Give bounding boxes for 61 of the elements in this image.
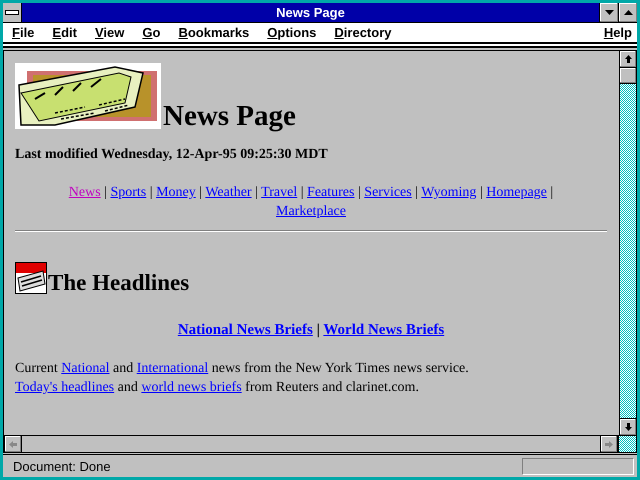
link-separator: | <box>150 185 153 200</box>
nav-link[interactable]: Homepage <box>486 185 547 200</box>
link-separator: | <box>480 185 483 200</box>
nav-link[interactable]: Services <box>364 185 412 200</box>
status-text: Document: Done <box>13 458 112 474</box>
news-briefs-link[interactable]: National News Briefs <box>178 322 313 338</box>
nav-link[interactable]: Money <box>156 185 196 200</box>
nav-link[interactable]: Features <box>307 185 354 200</box>
nav-link[interactable]: Sports <box>110 185 146 200</box>
body-text: from Reuters and clarinet.com. <box>244 380 419 395</box>
system-menu-button[interactable] <box>3 3 22 22</box>
nav-link[interactable]: News <box>68 185 101 200</box>
menu-item[interactable]: Help <box>598 25 637 40</box>
menu-item[interactable]: File <box>7 25 40 40</box>
nav-link[interactable]: Travel <box>261 185 298 200</box>
menu-item[interactable]: Go <box>137 25 166 40</box>
headlines-icon <box>15 262 47 294</box>
last-modified-text: Last modified Wednesday, 12-Apr-95 09:25:30 MDT <box>15 147 329 163</box>
link-separator: | <box>104 185 107 200</box>
link-separator: | <box>316 322 320 338</box>
link-separator: | <box>358 185 361 200</box>
scroll-down-button[interactable] <box>620 418 636 435</box>
page-heading: News Page <box>163 101 296 133</box>
link-separator: | <box>550 185 554 200</box>
menu-item[interactable]: Options <box>262 25 322 40</box>
text-link[interactable]: National <box>61 361 110 376</box>
scroll-right-button[interactable] <box>600 436 618 452</box>
scroll-up-button[interactable] <box>620 51 636 68</box>
body-text: news from the New York Times news service. <box>210 361 469 376</box>
scroll-left-button[interactable] <box>4 436 22 452</box>
news-briefs-link[interactable]: World News Briefs <box>323 322 444 338</box>
menu-item[interactable]: Edit <box>47 25 82 40</box>
down-triangle-icon <box>604 10 614 15</box>
body-text: and <box>116 380 139 395</box>
up-arrow-icon <box>624 55 632 63</box>
scroll-thumb[interactable] <box>620 68 636 84</box>
maximize-button[interactable] <box>618 3 637 22</box>
horizontal-scrollbar[interactable] <box>4 436 618 452</box>
minimize-button[interactable] <box>599 3 618 22</box>
menu-item[interactable]: Bookmarks <box>173 25 254 40</box>
text-link[interactable]: International <box>136 361 208 376</box>
nav-link[interactable]: Wyoming <box>421 185 476 200</box>
body-text: Current <box>15 361 59 376</box>
link-separator: | <box>199 185 202 200</box>
menu-item[interactable]: View <box>90 25 130 40</box>
nav-link[interactable]: Weather <box>205 185 252 200</box>
section-heading: The Headlines <box>48 270 190 296</box>
link-separator: | <box>300 185 304 200</box>
vertical-scrollbar[interactable] <box>619 51 636 435</box>
left-arrow-icon <box>9 440 17 448</box>
nav-link[interactable]: Marketplace <box>276 204 346 219</box>
text-link[interactable]: Today's headlines <box>15 380 114 395</box>
window-title: News Page <box>275 5 346 20</box>
up-triangle-icon <box>624 10 632 15</box>
body-text: and <box>112 361 134 376</box>
text-link[interactable]: world news briefs <box>141 380 242 395</box>
right-arrow-icon <box>605 440 613 448</box>
link-separator: | <box>415 185 418 200</box>
down-arrow-icon <box>624 423 632 431</box>
link-separator: | <box>255 185 258 200</box>
menu-item[interactable]: Directory <box>329 25 396 40</box>
